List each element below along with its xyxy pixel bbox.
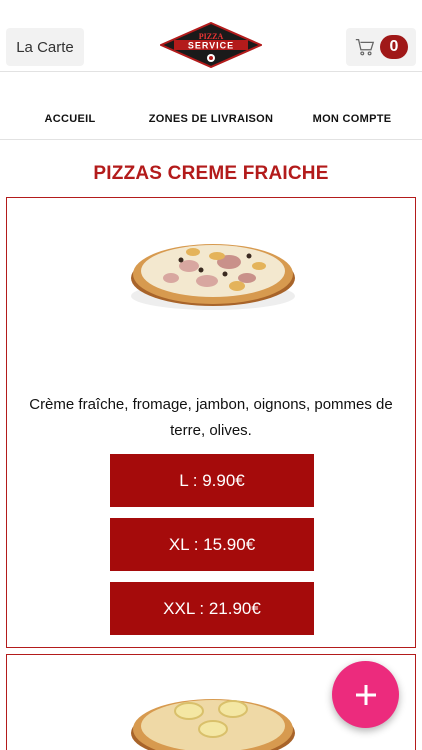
- pizza-service-logo[interactable]: PIZZA SERVICE: [160, 22, 262, 68]
- cart-count-badge: 0: [380, 35, 408, 59]
- logo-text-main: SERVICE: [188, 41, 234, 51]
- price-button-l[interactable]: L : 9.90€: [110, 454, 314, 507]
- top-bar: La Carte PIZZA SERVICE 0: [0, 0, 422, 72]
- menu-button-label: La Carte: [16, 38, 74, 56]
- price-button-xl[interactable]: XL : 15.90€: [110, 518, 314, 571]
- cart-icon: [355, 39, 375, 56]
- pizza-image: [131, 244, 295, 310]
- nav-item-zones-de-livraison[interactable]: ZONES DE LIVRAISON: [134, 113, 288, 125]
- cart-button[interactable]: 0: [346, 28, 416, 66]
- add-fab-button[interactable]: [332, 661, 399, 728]
- product-description: Crème fraîche, fromage, jambon, oignons,…: [29, 396, 393, 439]
- main-nav: ACCUEIL ZONES DE LIVRAISON MON COMPTE: [0, 100, 422, 140]
- section-title: PIZZAS CREME FRAICHE: [93, 163, 329, 184]
- nav-item-mon-compte[interactable]: MON COMPTE: [300, 113, 404, 125]
- pizza-image: [131, 699, 295, 750]
- price-button-xxl[interactable]: XXL : 21.90€: [110, 582, 314, 635]
- product-card: Crème fraîche, fromage, jambon, oignons,…: [6, 197, 416, 648]
- nav-item-accueil[interactable]: ACCUEIL: [28, 113, 112, 125]
- menu-button[interactable]: La Carte: [6, 28, 84, 66]
- plus-icon: [355, 684, 376, 705]
